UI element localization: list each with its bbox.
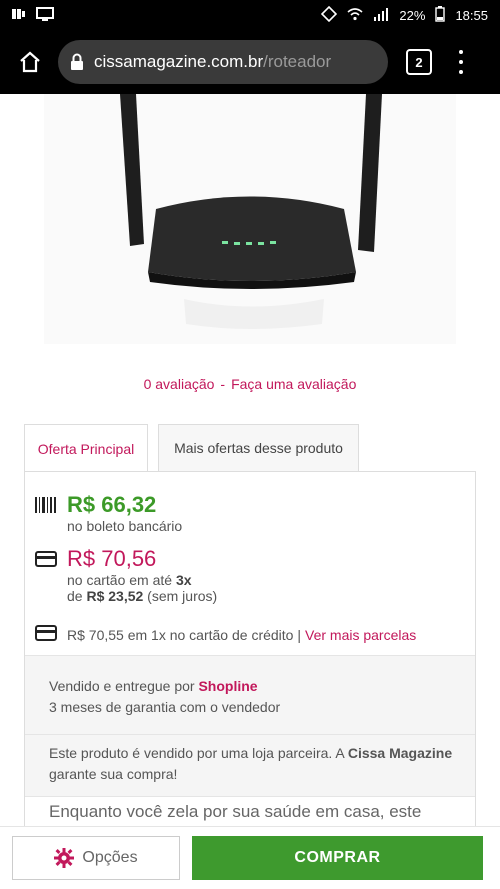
card-price: R$ 70,56: [67, 546, 157, 571]
reviews-separator: -: [220, 376, 226, 392]
vibrate-icon: [321, 5, 338, 25]
home-button[interactable]: [10, 42, 50, 82]
card-price-block: R$ 70,56 no cartão em até 3x de R$ 23,52…: [67, 546, 217, 604]
card-installment-value: R$ 23,52: [86, 588, 144, 604]
status-right: 22% 18:55: [321, 5, 488, 25]
battery-icon: [435, 5, 446, 25]
seller-info: Vendido e entregue por Shopline 3 meses …: [25, 655, 475, 735]
partner-notice: Este produto é vendido por uma loja parc…: [25, 735, 475, 797]
options-button[interactable]: Opções: [12, 836, 180, 880]
more-menu-button[interactable]: [456, 50, 466, 74]
battery-percent: 22%: [399, 7, 426, 23]
one-time-payment-line: R$ 70,55 em 1x no cartão de crédito | Ve…: [35, 624, 416, 645]
credit-card-icon: [35, 624, 57, 645]
write-review-link[interactable]: Faça uma avaliação: [231, 376, 356, 392]
partner-text-before: Este produto é vendido por uma loja parc…: [49, 745, 348, 761]
buy-button[interactable]: COMPRAR: [192, 836, 483, 880]
lock-icon: [70, 53, 84, 71]
notification-icon: [12, 8, 26, 23]
options-label: Opções: [82, 849, 138, 866]
seller-name-link[interactable]: Shopline: [198, 678, 257, 694]
menu-dot: [459, 60, 463, 64]
bottom-action-bar: Opções COMPRAR: [0, 826, 500, 889]
screen-cast-icon: [36, 6, 54, 24]
one-time-text: R$ 70,55 em 1x no cartão de crédito |: [67, 626, 301, 643]
card-installments-de: de: [67, 588, 87, 604]
home-icon: [20, 51, 40, 73]
tab-main-offer[interactable]: Oferta Principal: [24, 424, 148, 472]
url-domain: cissamagazine.com.br: [94, 52, 264, 71]
offer-panel: R$ 66,32 no boleto bancário R$ 70,56 no …: [24, 471, 476, 831]
url-field[interactable]: cissamagazine.com.br/roteador: [58, 40, 388, 84]
partner-text-after: garante sua compra!: [49, 766, 178, 782]
browser-toolbar: cissamagazine.com.br/roteador 2: [0, 30, 500, 94]
menu-dot: [459, 70, 463, 74]
boleto-price-block: R$ 66,32 no boleto bancário: [67, 492, 182, 534]
card-installments-suffix: (sem juros): [143, 588, 218, 604]
credit-card-icon: [35, 550, 57, 573]
product-image[interactable]: [44, 94, 456, 344]
card-price-row: R$ 70,56 no cartão em até 3x de R$ 23,52…: [35, 546, 217, 604]
status-bar: 22% 18:55: [0, 0, 500, 30]
boleto-price-row: R$ 66,32 no boleto bancário: [35, 492, 182, 534]
boleto-price: R$ 66,32: [67, 492, 157, 517]
signal-icon: [373, 7, 389, 24]
partner-brand: Cissa Magazine: [347, 745, 453, 761]
seller-line: Vendido e entregue por Shopline: [49, 676, 475, 697]
card-installments-count: 3x: [175, 572, 192, 588]
reviews-count-link[interactable]: 0 avaliação: [144, 376, 215, 392]
warranty-text: 3 meses de garantia com o vendedor: [49, 699, 281, 715]
clock: 18:55: [455, 7, 488, 23]
card-installment-value-line: de R$ 23,52 (sem juros): [67, 588, 217, 604]
offer-tabs: Oferta Principal Mais ofertas desse prod…: [24, 424, 476, 472]
sold-by-prefix: Vendido e entregue por: [49, 678, 199, 694]
url-path: /roteador: [263, 52, 332, 71]
status-left: [12, 6, 54, 24]
tab-more-offers[interactable]: Mais ofertas desse produto: [158, 424, 359, 471]
promo-text: Enquanto você zela por sua saúde em casa…: [49, 802, 422, 821]
reviews-summary: 0 avaliação - Faça uma avaliação: [0, 376, 500, 392]
barcode-icon: [35, 496, 57, 519]
card-installments-prefix: no cartão em até: [67, 572, 176, 588]
wifi-icon: [347, 7, 363, 24]
menu-dot: [459, 50, 463, 54]
boleto-label: no boleto bancário: [67, 518, 183, 534]
card-installments-line: no cartão em até 3x: [67, 572, 217, 588]
tab-switcher-button[interactable]: 2: [406, 49, 432, 75]
gear-icon: [54, 848, 75, 868]
more-installments-link[interactable]: Ver mais parcelas: [305, 627, 416, 643]
